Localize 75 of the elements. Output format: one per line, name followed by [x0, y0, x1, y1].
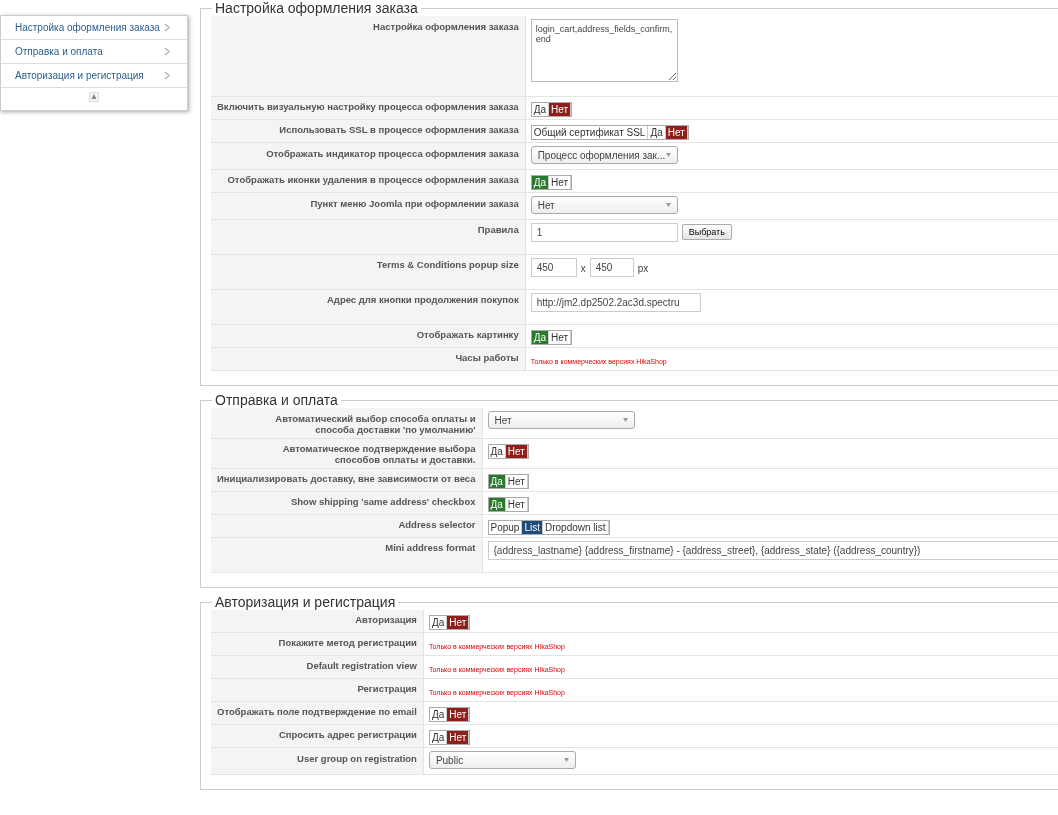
- setting-label: Спросить адрес регистрации: [211, 724, 424, 748]
- toggle-option[interactable]: Да: [648, 126, 666, 139]
- chevron-icon: [164, 47, 171, 56]
- toggle-option[interactable]: Нет: [447, 731, 470, 744]
- text-area[interactable]: login_cart,address_fields_confirm,end: [530, 19, 678, 82]
- input-field[interactable]: http://jm2.dp2502.2ac3d.spectru: [530, 293, 701, 312]
- section-title: Отправка и оплата: [214, 392, 339, 408]
- toggle-option[interactable]: Да: [488, 475, 506, 488]
- toggle-option[interactable]: Нет: [549, 103, 572, 116]
- toggle-option[interactable]: Да: [488, 498, 506, 511]
- setting-label: Terms & Conditions popup size: [211, 254, 526, 290]
- chevron-icon: [164, 23, 171, 32]
- setting-label: Пункт меню Joomla при оформлении заказа: [211, 192, 526, 220]
- width-field[interactable]: 450: [530, 258, 577, 277]
- toggle-option[interactable]: Нет: [447, 708, 470, 721]
- toggle-option[interactable]: Да: [531, 103, 549, 116]
- setting-label: Часы работы: [211, 347, 526, 371]
- setting-label: Address selector: [211, 514, 482, 538]
- setting-label: Отображать индикатор процесса оформления заказа: [211, 142, 526, 170]
- chevron-icon: [164, 71, 171, 80]
- unit-label: px: [637, 262, 649, 274]
- caret-icon: [622, 418, 628, 422]
- setting-label: Отображать поле подтверждение по email: [211, 701, 424, 725]
- setting-label: Авторизация: [211, 610, 424, 633]
- toggle-option[interactable]: Да: [429, 708, 448, 721]
- caret-icon: [665, 203, 671, 207]
- sidebar-item[interactable]: Авторизация и регистрация: [1, 64, 187, 88]
- setting-label: Автоматический выбор способа оплаты и способа доставки 'по умолчанию': [211, 408, 482, 439]
- setting-label: Инициализировать доставку, вне зависимости от веса: [211, 468, 482, 492]
- height-field[interactable]: 450: [589, 258, 634, 277]
- toggle-option[interactable]: List: [522, 521, 543, 534]
- setting-label: Mini address format: [211, 537, 482, 573]
- dropdown[interactable]: Нет: [530, 196, 678, 214]
- setting-label: Покажите метод регистрации: [211, 632, 424, 656]
- sidebar-item[interactable]: Настройка оформления заказа: [1, 16, 187, 40]
- caret-icon: [563, 758, 569, 762]
- setting-label: Отображать картинку: [211, 324, 526, 348]
- toggle-option[interactable]: Нет: [505, 475, 528, 488]
- toggle-option[interactable]: Popup: [488, 521, 523, 534]
- input-field[interactable]: {address_lastname} {address_firstname} - {address_street}, {address_state} ({address_country}): [487, 541, 1058, 560]
- toggle-option[interactable]: Нет: [665, 126, 688, 139]
- collapse-icon[interactable]: [89, 92, 99, 102]
- setting-label: User group on registration: [211, 747, 424, 775]
- setting-label: Автоматическое подтверждение выбора способов оплаты и доставки.: [211, 438, 482, 469]
- setting-label: Использовать SSL в процессе оформления заказа: [211, 119, 526, 143]
- toggle-option[interactable]: Нет: [447, 616, 470, 629]
- toggle-option[interactable]: Да: [531, 176, 549, 189]
- toggle-option[interactable]: Dropdown list: [543, 521, 609, 534]
- toggle-option[interactable]: Да: [429, 731, 448, 744]
- setting-label: Правила: [211, 219, 526, 255]
- toggle-option[interactable]: Нет: [549, 176, 572, 189]
- toggle-option[interactable]: Да: [429, 616, 448, 629]
- caret-icon: [665, 153, 671, 157]
- setting-label: Регистрация: [211, 678, 424, 702]
- dropdown[interactable]: Процесс оформления зак...: [530, 146, 678, 164]
- toggle-option[interactable]: Нет: [549, 331, 572, 344]
- setting-label: Show shipping 'same address' checkbox: [211, 491, 482, 515]
- setting-label: Включить визуальную настройку процесса оформления заказа: [211, 96, 526, 120]
- sidebar-item[interactable]: Отправка и оплата: [1, 40, 187, 64]
- toggle-option[interactable]: Нет: [505, 445, 528, 458]
- input-field[interactable]: 1: [530, 223, 678, 242]
- select-button[interactable]: Выбрать: [681, 224, 732, 240]
- section-title: Настройка оформления заказа: [214, 0, 419, 16]
- setting-label: Default registration view: [211, 655, 424, 679]
- section-title: Авторизация и регистрация: [214, 594, 397, 610]
- toggle-option[interactable]: Да: [488, 445, 506, 458]
- dropdown[interactable]: Public: [428, 751, 576, 769]
- toggle-option[interactable]: Да: [531, 331, 549, 344]
- times-sign: x: [580, 262, 586, 274]
- toggle-option[interactable]: Нет: [505, 498, 528, 511]
- toggle-option[interactable]: Общий сертификат SSL: [531, 126, 649, 139]
- setting-label: Адрес для кнопки продолжения покупок: [211, 289, 526, 325]
- setting-label: Отображать иконки удаления в процессе оформления заказа: [211, 169, 526, 193]
- setting-label: Настройка оформления заказа: [211, 16, 526, 97]
- dropdown[interactable]: Нет: [487, 411, 635, 429]
